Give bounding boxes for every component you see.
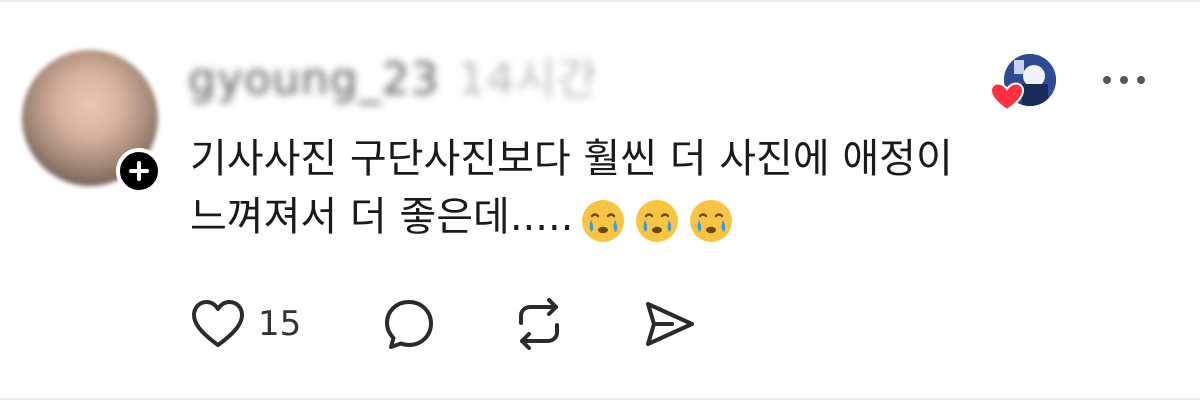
follow-button[interactable]	[116, 148, 162, 194]
repost-icon[interactable]	[512, 297, 566, 351]
comment-body: 기사사진 구단사진보다 훨씬 더 사진에 애정이 느껴져서 더 좋은데.....	[190, 130, 1090, 248]
top-divider	[0, 0, 1200, 2]
post-time: 14시간	[457, 54, 599, 105]
author-avatar-container[interactable]	[22, 50, 162, 194]
emoji-group	[579, 190, 741, 248]
bottom-divider	[0, 398, 1200, 400]
face-holding-back-tears-icon	[582, 200, 625, 242]
heart-outline-icon[interactable]	[190, 298, 246, 350]
comment-line-2: 느껴져서 더 좋은데.....	[190, 188, 1090, 248]
face-holding-back-tears-icon	[636, 200, 679, 242]
share-send-icon[interactable]	[642, 297, 696, 351]
plus-icon	[129, 161, 149, 181]
comment-line-2-text: 느껴져서 더 좋은데.....	[190, 194, 574, 240]
repost-button[interactable]	[512, 296, 566, 352]
face-holding-back-tears-icon	[690, 200, 733, 242]
comment-button[interactable]	[382, 296, 436, 352]
more-options-icon[interactable]	[1100, 70, 1148, 90]
comment-bubble-icon[interactable]	[382, 297, 436, 351]
like-count: 15	[258, 304, 302, 344]
like-button[interactable]: 15	[190, 296, 301, 352]
share-button[interactable]	[642, 296, 696, 352]
username-text[interactable]: gyoung_23	[188, 54, 440, 105]
liked-heart-icon	[990, 82, 1024, 112]
comment-line-1: 기사사진 구단사진보다 훨씬 더 사진에 애정이	[190, 136, 953, 182]
author-username[interactable]: gyoung_23 14시간	[188, 54, 598, 106]
